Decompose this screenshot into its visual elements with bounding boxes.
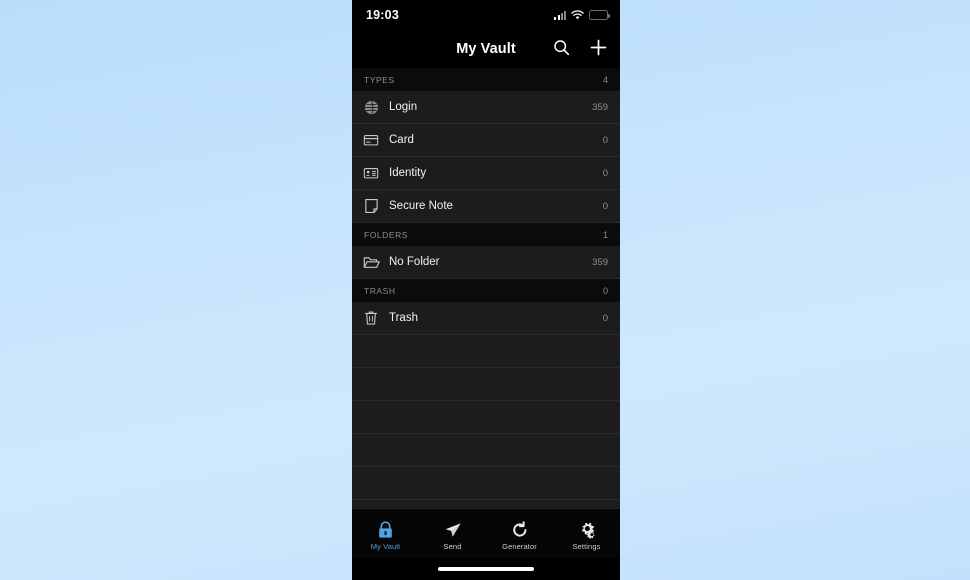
- tab-settings[interactable]: Settings: [553, 509, 620, 558]
- section-header-count: 0: [602, 285, 608, 296]
- list-item-label: Secure Note: [389, 200, 453, 212]
- wifi-icon: [571, 10, 584, 20]
- trash-icon: [360, 307, 382, 329]
- home-indicator-area: [352, 558, 620, 580]
- status-bar-time: 19:03: [366, 8, 399, 22]
- list-item-count: 359: [592, 101, 608, 113]
- list-item-count: 0: [602, 167, 608, 179]
- refresh-icon: [511, 520, 529, 539]
- folder-open-icon: [360, 251, 382, 273]
- list-item-card[interactable]: Card 0: [352, 124, 620, 157]
- note-icon: [360, 195, 382, 217]
- section-header-label: FOLDERS: [364, 229, 408, 240]
- bottom-tab-bar: My Vault Send Generator Settings: [352, 508, 620, 558]
- section-header-folders: FOLDERS 1: [352, 223, 620, 246]
- plus-icon: [590, 39, 607, 59]
- cellular-signal-icon: [554, 10, 566, 20]
- tab-generator[interactable]: Generator: [486, 509, 553, 558]
- gears-icon: [577, 520, 597, 539]
- tab-label: Settings: [572, 542, 601, 551]
- empty-list-area: [352, 335, 620, 508]
- id-card-icon: [360, 162, 382, 184]
- section-header-label: TRASH: [364, 285, 396, 296]
- globe-icon: [360, 96, 382, 118]
- send-paper-plane-icon: [444, 520, 462, 539]
- battery-low-icon: [589, 10, 610, 20]
- search-icon: [553, 39, 570, 59]
- tab-label: Generator: [502, 542, 537, 551]
- list-item-count: 359: [592, 256, 608, 268]
- list-item-identity[interactable]: Identity 0: [352, 157, 620, 190]
- list-item-count: 0: [602, 134, 608, 146]
- search-button[interactable]: [551, 39, 571, 59]
- vault-filter-list: TYPES 4 Login 359 Card 0 Identity 0 Secu…: [352, 68, 620, 508]
- list-item-count: 0: [602, 312, 608, 324]
- home-indicator-bar[interactable]: [438, 567, 534, 571]
- list-item-trash[interactable]: Trash 0: [352, 302, 620, 335]
- status-bar: 19:03: [352, 0, 620, 30]
- section-header-label: TYPES: [364, 74, 395, 85]
- navbar-actions: [551, 39, 608, 59]
- list-item-label: Trash: [389, 312, 418, 324]
- list-item-no-folder[interactable]: No Folder 359: [352, 246, 620, 279]
- section-header-count: 1: [602, 229, 608, 240]
- list-item-label: Login: [389, 101, 418, 113]
- credit-card-icon: [360, 129, 382, 151]
- tab-label: My Vault: [370, 542, 401, 551]
- status-bar-icons: [554, 10, 610, 20]
- list-item-count: 0: [602, 200, 608, 212]
- list-item-login[interactable]: Login 359: [352, 91, 620, 124]
- lock-icon: [377, 520, 394, 539]
- tab-send[interactable]: Send: [419, 509, 486, 558]
- tab-label: Send: [443, 542, 462, 551]
- phone-screen: 19:03 My Vault TYPES 4 Login 359 Card 0 …: [352, 0, 620, 580]
- list-item-label: Card: [389, 134, 414, 146]
- list-item-label: No Folder: [389, 256, 440, 268]
- navigation-bar: My Vault: [352, 30, 620, 68]
- tab-my-vault[interactable]: My Vault: [352, 509, 419, 558]
- add-item-button[interactable]: [588, 39, 608, 59]
- list-item-label: Identity: [389, 167, 427, 179]
- section-header-count: 4: [602, 74, 608, 85]
- section-header-trash: TRASH 0: [352, 279, 620, 302]
- section-header-types: TYPES 4: [352, 68, 620, 91]
- list-item-secure-note[interactable]: Secure Note 0: [352, 190, 620, 223]
